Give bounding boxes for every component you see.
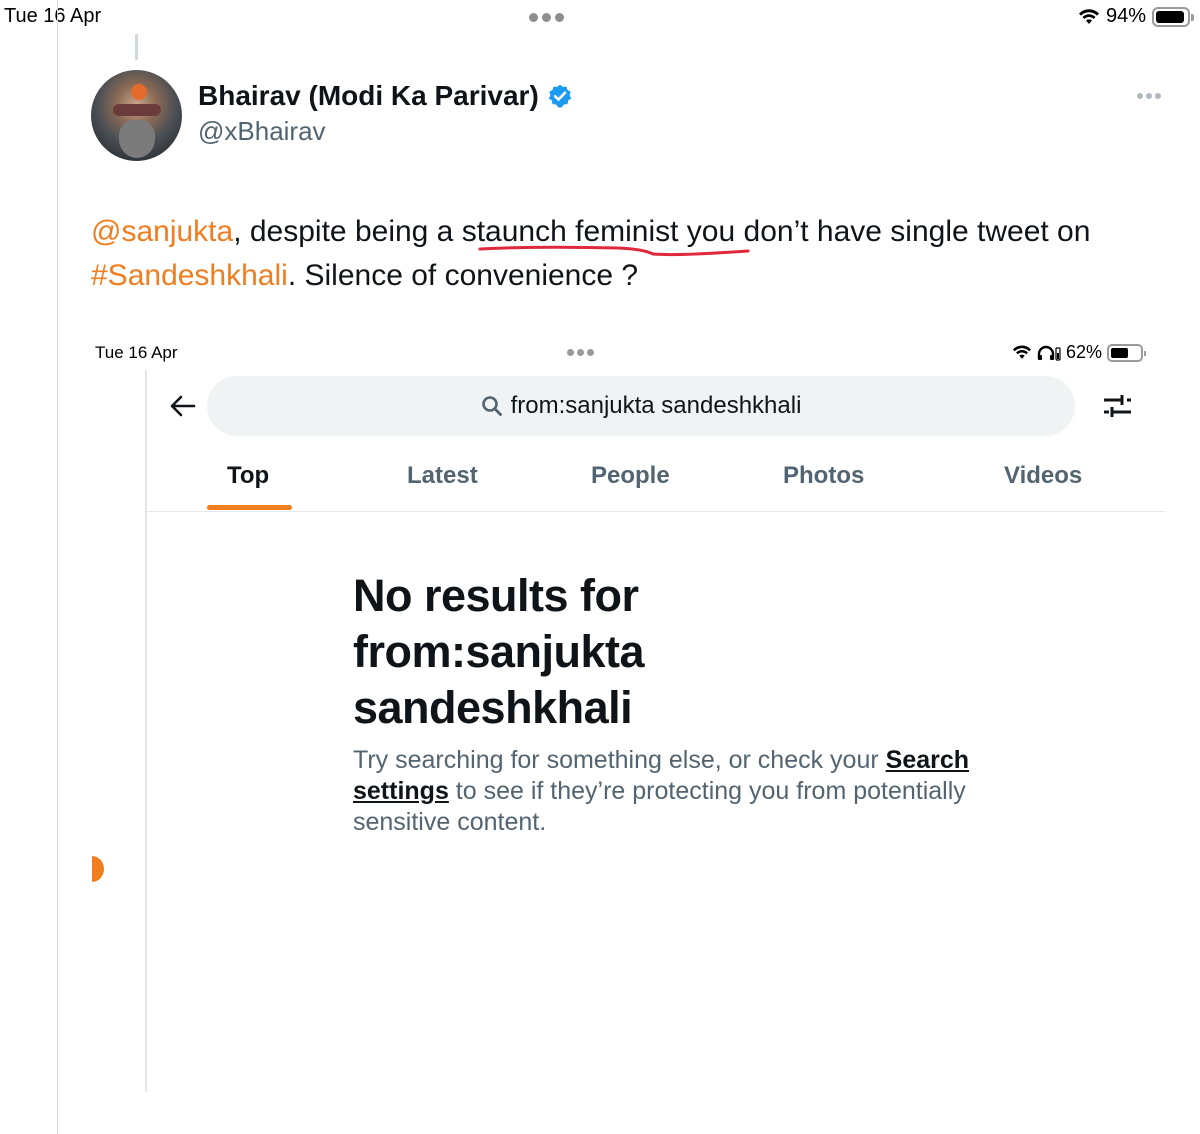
search-tabs: Top Latest People Photos Videos xyxy=(147,450,1165,512)
embedded-status-time: Tue 16 Apr xyxy=(95,343,178,362)
red-underline-annotation xyxy=(478,245,750,257)
hashtag-link[interactable]: #Sandeshkhali xyxy=(91,259,288,292)
embedded-divider-line xyxy=(145,370,147,1092)
empty-title-line: from:sanjukta xyxy=(353,626,645,677)
tab-latest[interactable]: Latest xyxy=(407,462,478,490)
search-icon xyxy=(481,396,502,416)
mention-link[interactable]: @sanjukta xyxy=(91,215,233,248)
headphones-icon xyxy=(1037,345,1061,361)
embedded-status-right: 62% xyxy=(1012,342,1147,363)
tweet-text-part: . Silence of convenience ? xyxy=(287,259,639,292)
wifi-icon xyxy=(1078,8,1099,24)
tab-videos[interactable]: Videos xyxy=(1004,462,1082,490)
active-tab-indicator xyxy=(207,505,292,510)
status-time: Tue 16 Apr xyxy=(4,5,102,27)
sliders-icon[interactable] xyxy=(1100,390,1134,422)
embedded-battery-percent: 62% xyxy=(1066,342,1103,362)
arrow-left-icon[interactable] xyxy=(166,390,200,422)
author-handle[interactable]: @xBhairav xyxy=(198,116,326,147)
wifi-icon xyxy=(1012,345,1032,359)
tab-people[interactable]: People xyxy=(591,462,670,490)
empty-title-line: sandeshkhali xyxy=(353,682,633,733)
avatar[interactable] xyxy=(91,70,182,161)
verified-badge-icon xyxy=(548,84,571,108)
thread-connector-line xyxy=(135,34,138,60)
empty-title-line: No results for xyxy=(353,570,639,621)
status-bar: Tue 16 Apr 94% xyxy=(0,0,1200,34)
battery-percent: 94% xyxy=(1105,5,1146,27)
tab-top[interactable]: Top xyxy=(227,462,269,490)
search-query: from:sanjukta sandeshkhali xyxy=(510,392,802,419)
battery-icon xyxy=(1107,343,1147,362)
divider-line xyxy=(57,0,58,1134)
multitask-dots-icon[interactable] xyxy=(529,13,564,22)
desc-text: Try searching for something else, or che… xyxy=(353,746,886,774)
status-right: 94% xyxy=(1078,5,1194,28)
embedded-multitask-dots-icon xyxy=(567,349,594,356)
notification-badge-icon xyxy=(80,856,104,882)
author-name-text: Bhairav (Modi Ka Parivar) xyxy=(198,80,539,111)
author-name[interactable]: Bhairav (Modi Ka Parivar) xyxy=(198,80,573,112)
empty-state-title: No results for from:sanjukta sandeshkhal… xyxy=(353,568,645,736)
more-horizontal-icon[interactable] xyxy=(1137,93,1161,99)
search-input[interactable]: from:sanjukta sandeshkhali xyxy=(207,376,1075,436)
battery-icon xyxy=(1152,6,1194,27)
tab-photos[interactable]: Photos xyxy=(783,462,864,490)
empty-state-description: Try searching for something else, or che… xyxy=(353,745,993,838)
